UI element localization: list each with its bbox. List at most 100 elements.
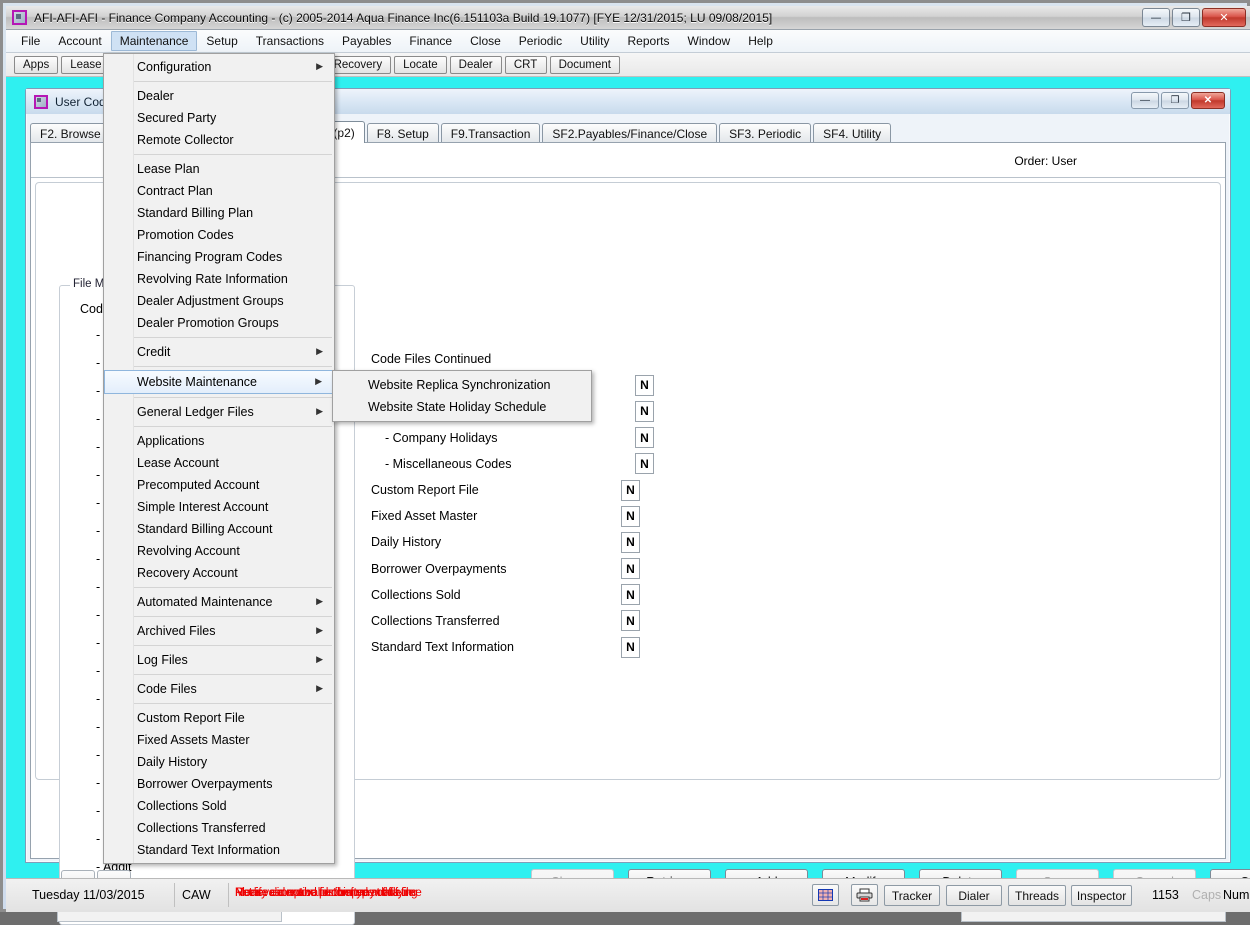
chevron-right-icon: ▶ — [316, 407, 323, 417]
chevron-right-icon: ▶ — [316, 597, 323, 607]
row-value[interactable]: N — [635, 453, 654, 474]
menu-item-configuration[interactable]: Configuration ▶ — [104, 56, 334, 78]
menubar-item-finance[interactable]: Finance — [400, 31, 461, 51]
menu-item-label: General Ledger Files — [137, 405, 254, 419]
child-close-button[interactable]: ✕ — [1191, 92, 1225, 109]
menu-item-applications[interactable]: Applications — [104, 430, 334, 452]
close-button[interactable]: ✕ — [1202, 8, 1246, 27]
tab-sf3-periodic[interactable]: SF3. Periodic — [719, 123, 811, 143]
dialer-button[interactable]: Dialer — [946, 885, 1002, 906]
menu-item-lease-account[interactable]: Lease Account — [104, 452, 334, 474]
menu-item-lease-plan[interactable]: Lease Plan — [104, 158, 334, 180]
menu-item-archived-files[interactable]: Archived Files ▶ — [104, 620, 334, 642]
menu-item-simple-interest-account[interactable]: Simple Interest Account — [104, 496, 334, 518]
menu-item-dealer[interactable]: Dealer — [104, 85, 334, 107]
printer-icon[interactable] — [851, 884, 878, 906]
row-value[interactable]: N — [621, 584, 640, 605]
menu-item-dealer-promotion-groups[interactable]: Dealer Promotion Groups — [104, 312, 334, 334]
status-message-layer: Please enter a valid company data file — [235, 887, 414, 899]
row-value[interactable]: N — [621, 532, 640, 553]
menubar-item-close[interactable]: Close — [461, 31, 510, 51]
child-maximize-button[interactable]: ❐ — [1161, 92, 1189, 109]
grid-icon[interactable] — [812, 884, 839, 906]
table-row[interactable]: Fixed Asset Master N — [371, 503, 654, 529]
menubar-item-payables[interactable]: Payables — [333, 31, 400, 51]
toolbar-button-crt[interactable]: CRT — [505, 56, 547, 74]
table-row[interactable]: Daily History N — [371, 529, 654, 555]
menubar-item-maintenance[interactable]: Maintenance — [111, 31, 198, 51]
table-row[interactable]: - Company Holidays N — [371, 425, 654, 451]
menubar-item-utility[interactable]: Utility — [571, 31, 618, 51]
menu-item-secured-party[interactable]: Secured Party — [104, 107, 334, 129]
tracker-button[interactable]: Tracker — [884, 885, 940, 906]
table-row[interactable]: - Miscellaneous Codes N — [371, 451, 654, 477]
menu-item-general-ledger-files[interactable]: General Ledger Files ▶ — [104, 401, 334, 423]
menu-item-standard-text-information[interactable]: Standard Text Information — [104, 839, 334, 861]
tab-f9-transaction[interactable]: F9.Transaction — [441, 123, 541, 143]
menu-item-standard-billing-account[interactable]: Standard Billing Account — [104, 518, 334, 540]
maximize-button[interactable]: ❐ — [1172, 8, 1200, 27]
menubar-item-periodic[interactable]: Periodic — [510, 31, 571, 51]
table-row[interactable]: Collections Transferred N — [371, 608, 654, 634]
tab-f2-browse[interactable]: F2. Browse — [30, 123, 111, 143]
tab-f8-setup[interactable]: F8. Setup — [367, 123, 439, 143]
menu-item-revolving-rate-information[interactable]: Revolving Rate Information — [104, 268, 334, 290]
menu-item-financing-program-codes[interactable]: Financing Program Codes — [104, 246, 334, 268]
child-minimize-button[interactable]: — — [1131, 92, 1159, 109]
menu-item-collections-sold[interactable]: Collections Sold — [104, 795, 334, 817]
menu-item-promotion-codes[interactable]: Promotion Codes — [104, 224, 334, 246]
menubar-item-reports[interactable]: Reports — [619, 31, 679, 51]
menubar-item-transactions[interactable]: Transactions — [247, 31, 333, 51]
menu-item-log-files[interactable]: Log Files ▶ — [104, 649, 334, 671]
table-row[interactable]: Borrower Overpayments N — [371, 556, 654, 582]
menu-item-label: Standard Text Information — [137, 843, 280, 857]
menu-item-contract-plan[interactable]: Contract Plan — [104, 180, 334, 202]
menu-item-label: Log Files — [137, 653, 188, 667]
menu-item-revolving-account[interactable]: Revolving Account — [104, 540, 334, 562]
toolbar-button-dealer[interactable]: Dealer — [450, 56, 502, 74]
menu-item-fixed-assets-master[interactable]: Fixed Assets Master — [104, 729, 334, 751]
menu-separator — [134, 81, 332, 82]
maintenance-dropdown-menu: Configuration ▶ Dealer Secured Party Rem… — [103, 53, 335, 864]
table-row[interactable]: Custom Report File N — [371, 477, 654, 503]
row-value[interactable]: N — [621, 637, 640, 658]
row-value[interactable]: N — [635, 427, 654, 448]
row-value[interactable]: N — [635, 375, 654, 396]
menubar-item-file[interactable]: File — [12, 31, 49, 51]
toolbar-button-locate[interactable]: Locate — [394, 56, 447, 74]
menu-item-website-maintenance[interactable]: Website Maintenance ▶ — [104, 370, 334, 394]
toolbar-button-apps[interactable]: Apps — [14, 56, 58, 74]
menu-item-collections-transferred[interactable]: Collections Transferred — [104, 817, 334, 839]
row-value[interactable]: N — [621, 506, 640, 527]
row-value[interactable]: N — [621, 610, 640, 631]
menu-item-precomputed-account[interactable]: Precomputed Account — [104, 474, 334, 496]
menubar-item-account[interactable]: Account — [49, 31, 110, 51]
table-row[interactable]: Collections Sold N — [371, 582, 654, 608]
menu-item-credit[interactable]: Credit ▶ — [104, 341, 334, 363]
row-value[interactable]: N — [635, 401, 654, 422]
minimize-button[interactable]: — — [1142, 8, 1170, 27]
table-row[interactable]: Standard Text Information N — [371, 634, 654, 660]
toolbar-button-document[interactable]: Document — [550, 56, 620, 74]
menu-item-standard-billing-plan[interactable]: Standard Billing Plan — [104, 202, 334, 224]
menu-item-automated-maintenance[interactable]: Automated Maintenance ▶ — [104, 591, 334, 613]
tab-sf4-utility[interactable]: SF4. Utility — [813, 123, 891, 143]
menubar-item-help[interactable]: Help — [739, 31, 782, 51]
menu-item-daily-history[interactable]: Daily History — [104, 751, 334, 773]
caps-indicator: Caps — [1192, 884, 1221, 906]
row-value[interactable]: N — [621, 480, 640, 501]
row-value[interactable]: N — [621, 558, 640, 579]
threads-button[interactable]: Threads — [1008, 885, 1066, 906]
menu-item-custom-report-file[interactable]: Custom Report File — [104, 707, 334, 729]
menu-item-dealer-adjustment-groups[interactable]: Dealer Adjustment Groups — [104, 290, 334, 312]
menu-item-remote-collector[interactable]: Remote Collector — [104, 129, 334, 151]
menubar-item-window[interactable]: Window — [679, 31, 740, 51]
tab-sf2-payables-finance-close[interactable]: SF2.Payables/Finance/Close — [542, 123, 717, 143]
inspector-button[interactable]: Inspector — [1071, 885, 1132, 906]
menu-item-recovery-account[interactable]: Recovery Account — [104, 562, 334, 584]
menubar-item-setup[interactable]: Setup — [197, 31, 246, 51]
submenu-item-website-state-holiday-schedule[interactable]: Website State Holiday Schedule — [333, 396, 591, 418]
submenu-item-website-replica-synchronization[interactable]: Website Replica Synchronization — [333, 374, 591, 396]
menu-item-borrower-overpayments[interactable]: Borrower Overpayments — [104, 773, 334, 795]
menu-item-code-files[interactable]: Code Files ▶ — [104, 678, 334, 700]
